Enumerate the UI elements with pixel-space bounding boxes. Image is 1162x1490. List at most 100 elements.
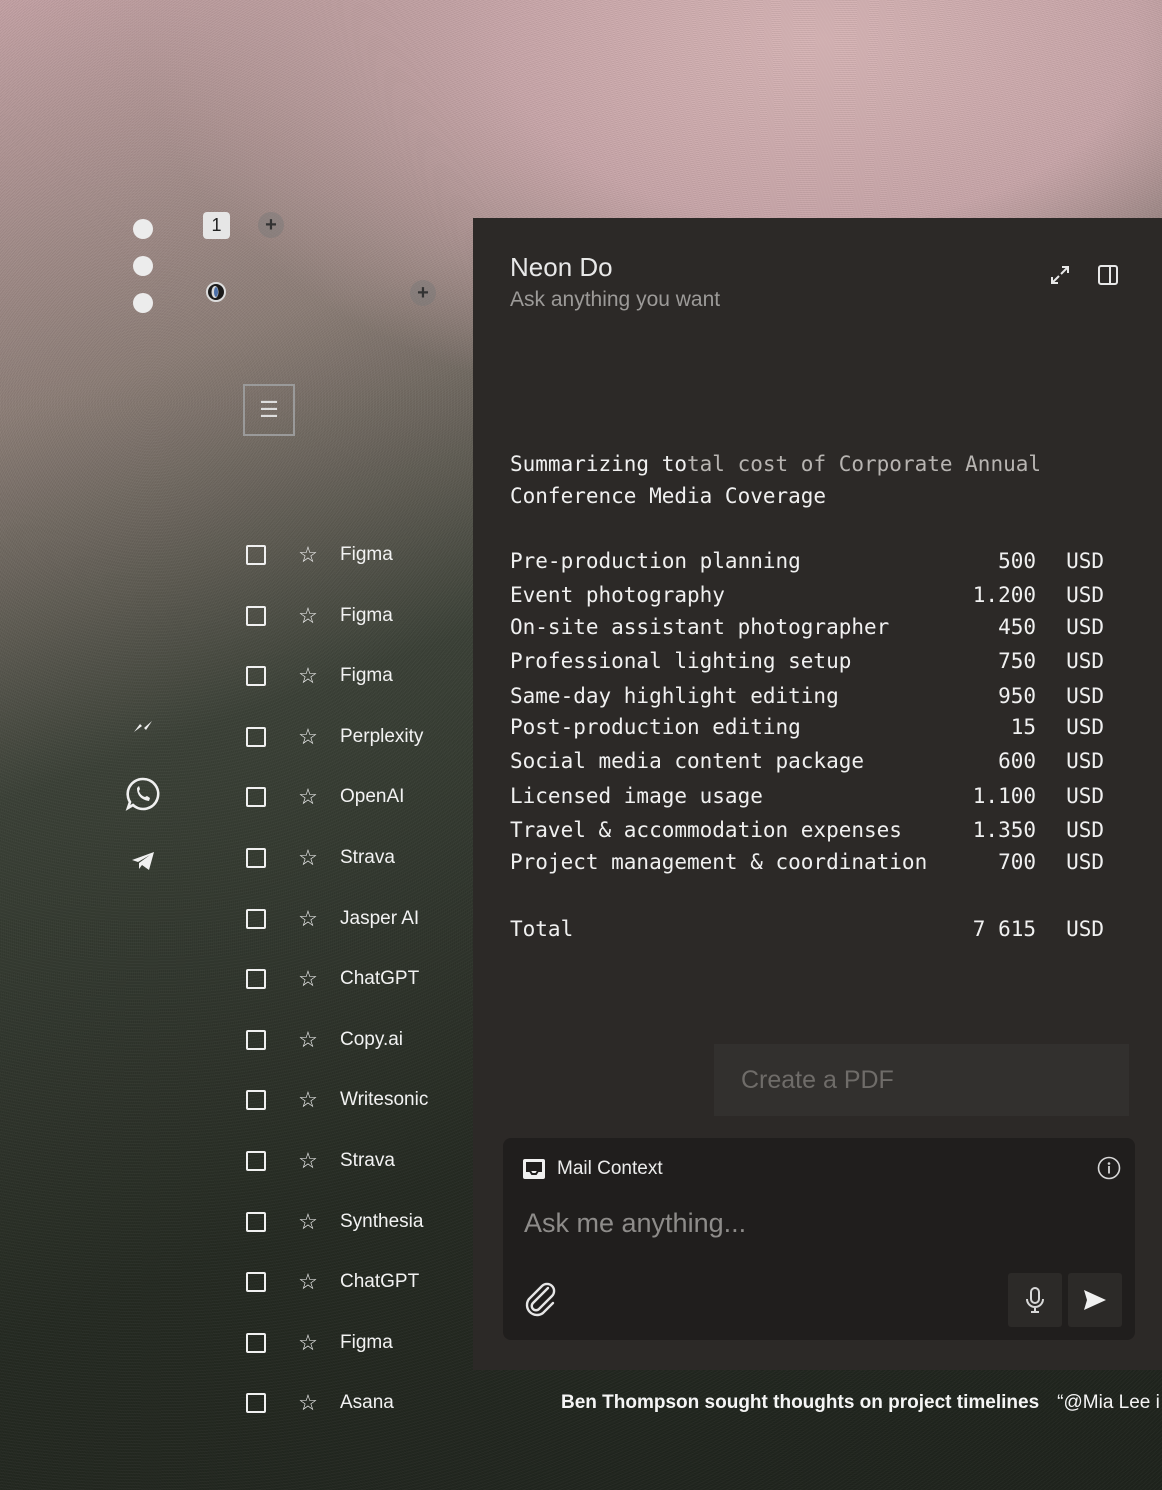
star-icon[interactable]: ☆ (296, 663, 320, 689)
star-icon[interactable]: ☆ (296, 784, 320, 810)
list-item[interactable]: ☆ Synthesia (246, 1192, 466, 1252)
cost-amount: 950 (998, 684, 1036, 708)
list-item-label: Strava (340, 847, 395, 868)
total-row: Total 7 615 USD (510, 917, 1104, 949)
star-icon[interactable]: ☆ (296, 542, 320, 568)
ticker-next: “@Mia Lee i (1057, 1392, 1160, 1413)
star-icon[interactable]: ☆ (296, 1269, 320, 1295)
star-icon[interactable]: ☆ (296, 845, 320, 871)
total-currency: USD (1066, 917, 1104, 941)
mail-context-label[interactable]: Mail Context (557, 1158, 663, 1180)
summary-line1-dim: tal cost of Corporate Annual (687, 452, 1042, 476)
checkbox[interactable] (246, 726, 266, 747)
list-item[interactable]: ☆ Figma (246, 586, 466, 646)
list-item[interactable]: ☆ OpenAI (246, 767, 466, 827)
star-icon[interactable]: ☆ (296, 724, 320, 750)
window-minimize-dot[interactable] (133, 256, 153, 276)
sidebar-toggle-icon[interactable] (1097, 264, 1119, 286)
microphone-button[interactable] (1008, 1273, 1062, 1327)
star-icon[interactable]: ☆ (296, 603, 320, 629)
cost-amount: 750 (998, 649, 1036, 673)
cost-label: Travel & accommodation expenses (510, 818, 902, 842)
panel-title: Neon Do (510, 252, 613, 282)
checkbox[interactable] (246, 666, 266, 687)
menu-button[interactable]: ☰ (243, 384, 295, 436)
list-item[interactable]: ☆ Writesonic (246, 1070, 466, 1130)
window-close-dot[interactable] (133, 219, 153, 239)
cost-label: Post-production editing (510, 715, 801, 739)
send-button[interactable] (1068, 1273, 1122, 1327)
list-item-label: Copy.ai (340, 1028, 404, 1050)
add-workspace-button[interactable]: + (410, 280, 436, 306)
notification-ticker[interactable]: Ben Thompson sought thoughts on project … (561, 1392, 1160, 1414)
list-item-label: ChatGPT (340, 968, 420, 990)
list-item[interactable]: ☆ Strava (246, 1131, 466, 1191)
list-item-label: Strava (340, 1150, 395, 1171)
list-item[interactable]: ☆ Figma (246, 525, 466, 585)
tab-number-badge[interactable]: 1 (203, 212, 230, 239)
total-amount: 7 615 (972, 917, 1036, 941)
window-maximize-dot[interactable] (133, 293, 153, 313)
checkbox[interactable] (246, 1090, 266, 1111)
list-item[interactable]: ☆ Copy.ai (246, 1010, 466, 1070)
checkbox[interactable] (246, 1332, 266, 1353)
cost-currency: USD (1066, 749, 1104, 773)
list-item[interactable]: ☆ Figma (246, 1313, 466, 1373)
cost-amount: 1.350 (972, 818, 1036, 842)
list-item[interactable]: ☆ Figma (246, 646, 466, 706)
star-icon[interactable]: ☆ (296, 906, 320, 932)
checkbox[interactable] (246, 605, 266, 626)
messenger-icon[interactable] (124, 708, 162, 746)
whatsapp-icon[interactable] (124, 775, 162, 813)
summary-heading: Summarizing total cost of Corporate Annu… (510, 448, 1110, 512)
list-item[interactable]: ☆ Perplexity (246, 707, 466, 767)
info-icon[interactable] (1097, 1156, 1121, 1180)
list-item-label: Figma (340, 604, 393, 626)
app-logo-icon[interactable] (206, 282, 226, 302)
telegram-icon[interactable] (124, 842, 162, 880)
create-pdf-button[interactable]: Create a PDF (714, 1044, 1129, 1116)
checkbox[interactable] (246, 908, 266, 929)
star-icon[interactable]: ☆ (296, 1027, 320, 1053)
list-item-label: ChatGPT (340, 1271, 420, 1293)
paperclip-icon[interactable] (521, 1278, 561, 1318)
star-icon[interactable]: ☆ (296, 1087, 320, 1113)
cost-currency: USD (1066, 850, 1104, 874)
cost-currency: USD (1066, 583, 1104, 607)
hamburger-icon: ☰ (259, 397, 279, 422)
cost-row: Event photography 1.200 USD (510, 583, 1104, 615)
checkbox[interactable] (246, 787, 266, 808)
plus-icon: + (265, 214, 277, 236)
checkbox[interactable] (246, 848, 266, 868)
list-item[interactable]: ☆ Jasper AI (246, 889, 466, 949)
checkbox[interactable] (246, 545, 266, 565)
checkbox[interactable] (246, 1272, 266, 1293)
cost-label: Same-day highlight editing (510, 684, 839, 708)
checkbox[interactable] (246, 1393, 266, 1414)
star-icon[interactable]: ☆ (296, 1390, 320, 1416)
star-icon[interactable]: ☆ (296, 1148, 320, 1174)
checkbox[interactable] (246, 969, 266, 990)
add-tab-button[interactable]: + (258, 212, 284, 238)
checkbox[interactable] (246, 1211, 266, 1232)
cost-currency: USD (1066, 684, 1104, 708)
star-icon[interactable]: ☆ (296, 1209, 320, 1235)
star-icon[interactable]: ☆ (296, 966, 320, 992)
checkbox[interactable] (246, 1151, 266, 1171)
list-item[interactable]: ☆ ChatGPT (246, 949, 466, 1009)
cost-row: Licensed image usage 1.100 USD (510, 784, 1104, 816)
cost-amount: 15 (1010, 715, 1036, 739)
cost-row: Travel & accommodation expenses 1.350 USD (510, 818, 1104, 850)
ask-input[interactable] (524, 1208, 1084, 1239)
list-item[interactable]: ☆ ChatGPT (246, 1252, 466, 1312)
checkbox[interactable] (246, 1029, 266, 1050)
list-item[interactable]: ☆ Asana (246, 1373, 466, 1433)
cost-label: Project management & coordination (510, 850, 928, 874)
star-icon[interactable]: ☆ (296, 1330, 320, 1356)
cost-amount: 500 (998, 549, 1036, 573)
expand-icon[interactable] (1049, 264, 1071, 286)
cost-currency: USD (1066, 818, 1104, 842)
summary-line1-bright: Summarizing to (510, 452, 688, 476)
cost-label: Social media content package (510, 749, 865, 773)
list-item[interactable]: ☆ Strava (246, 828, 466, 888)
